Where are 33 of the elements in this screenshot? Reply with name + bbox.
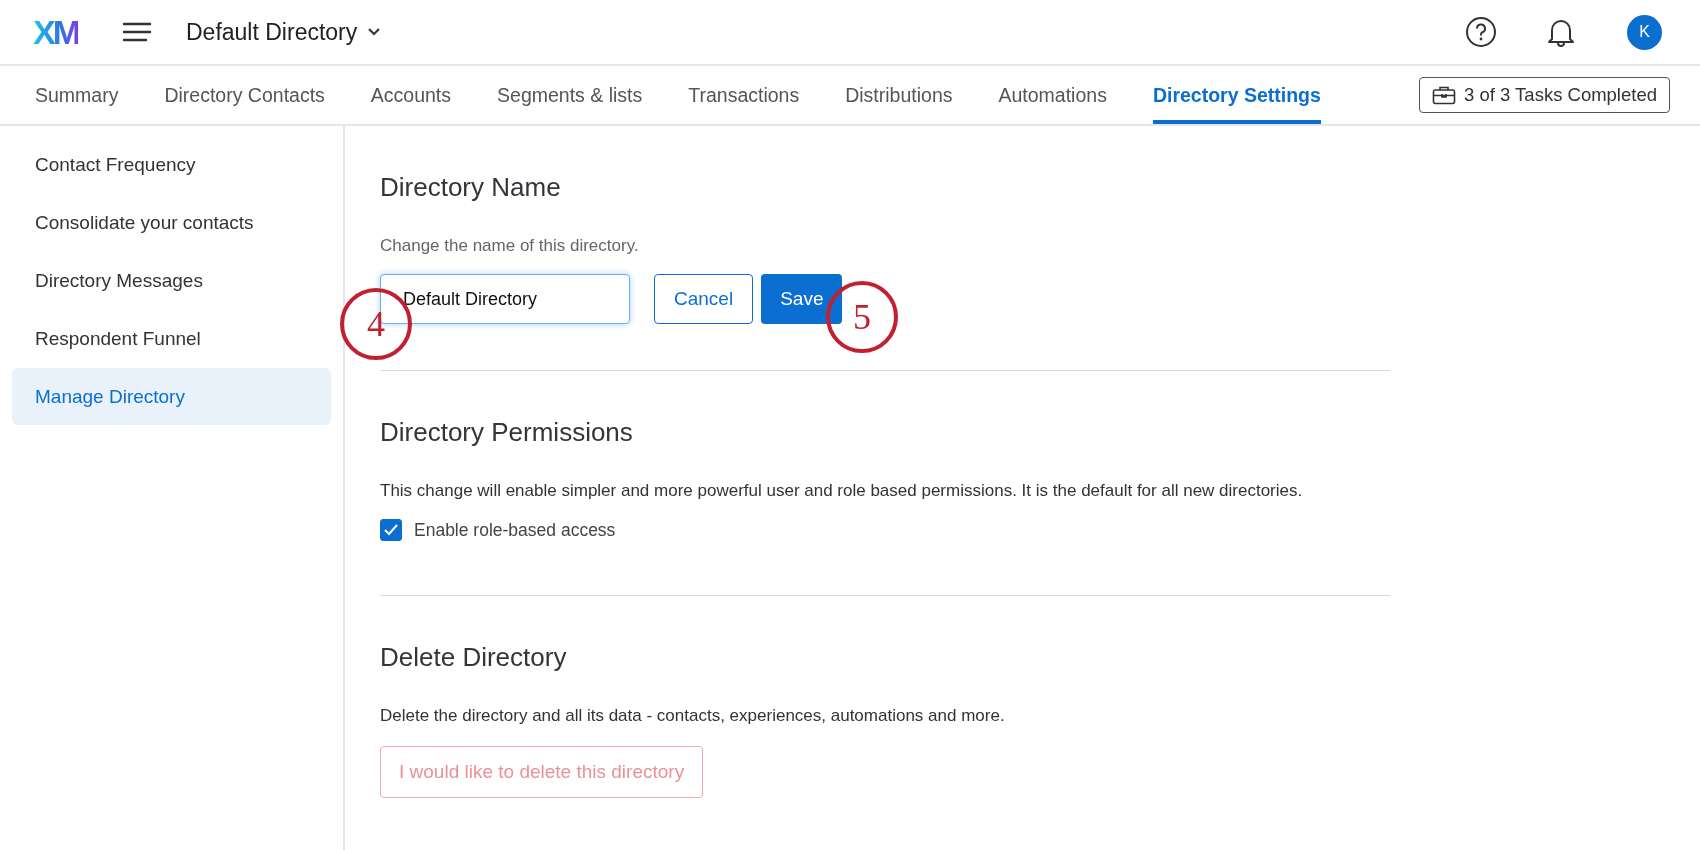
briefcase-icon	[1432, 85, 1456, 105]
save-button[interactable]: Save	[761, 274, 843, 324]
directory-dropdown[interactable]: Default Directory	[186, 18, 382, 46]
section-title: Directory Name	[380, 172, 562, 203]
step-callout: 5	[826, 281, 898, 353]
caret-icon	[367, 27, 382, 37]
nav-tab[interactable]: Transactions	[688, 66, 800, 124]
sidebar-item[interactable]: Manage Directory	[12, 368, 331, 425]
section-description: This change will enable simpler and more powerful user and role based permissions. It is the default for all new directories.	[380, 481, 1304, 501]
section-title: Directory Permissions	[380, 417, 634, 448]
user-avatar[interactable]: K	[1627, 14, 1662, 50]
sidebar-item[interactable]: Respondent Funnel	[12, 310, 331, 367]
menu-icon[interactable]	[122, 21, 152, 43]
sidebar-item[interactable]: Directory Messages	[12, 252, 331, 309]
nav-tab[interactable]: Accounts	[370, 66, 452, 124]
checkbox-label: Enable role-based access	[414, 519, 616, 541]
nav-tab[interactable]: Directory Settings	[1152, 66, 1321, 124]
nav-tab[interactable]: Segments & lists	[497, 66, 643, 124]
cancel-button[interactable]: Cancel	[654, 274, 754, 324]
section-description: Change the name of this directory.	[380, 236, 640, 256]
nav-tab[interactable]: Directory Contacts	[164, 66, 325, 124]
nav-tab[interactable]: Automations	[998, 66, 1107, 124]
help-icon[interactable]	[1465, 16, 1497, 48]
nav-tab[interactable]: Distributions	[845, 66, 953, 124]
nav-tab[interactable]: Summary	[35, 66, 119, 124]
tasks-button[interactable]: 3 of 3 Tasks Completed	[1419, 77, 1670, 113]
check-icon	[383, 523, 399, 537]
sidebar-item[interactable]: Contact Frequency	[12, 136, 331, 193]
section-description: Delete the directory and all its data - contacts, experiences, automations and more.	[380, 706, 1006, 726]
bell-icon[interactable]	[1547, 17, 1575, 47]
sidebar-item[interactable]: Consolidate your contacts	[12, 194, 331, 251]
section-title: Delete Directory	[380, 642, 568, 673]
checkbox[interactable]	[380, 519, 402, 541]
